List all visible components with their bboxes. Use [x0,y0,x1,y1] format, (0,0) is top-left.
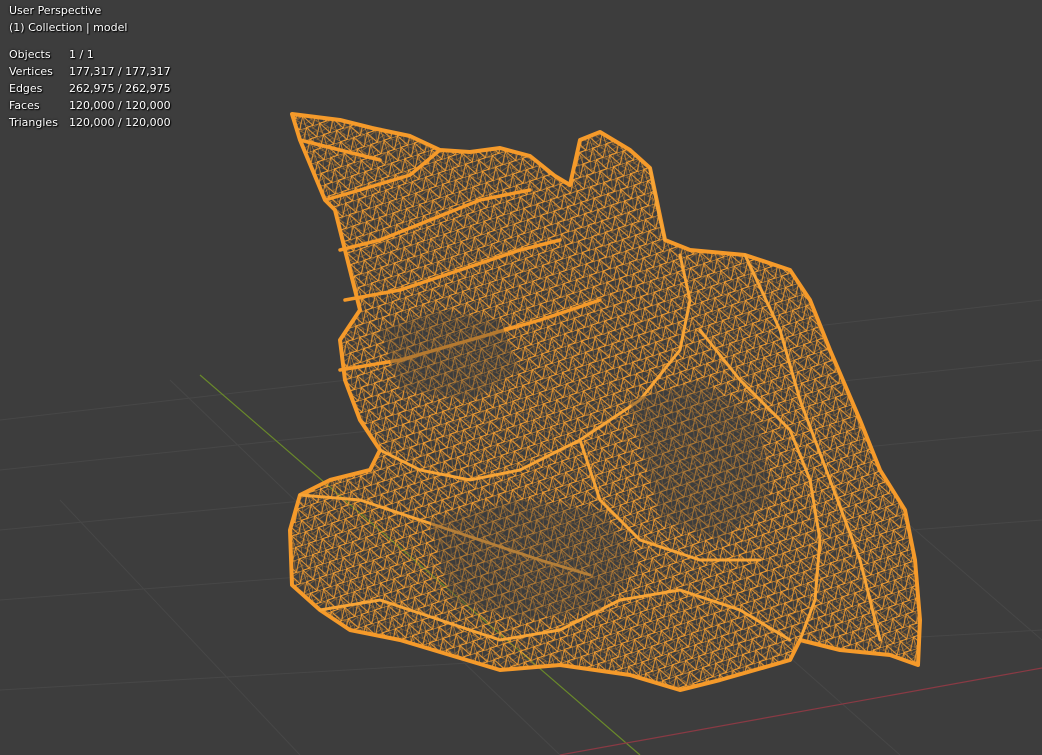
stat-value: 120,000 / 120,000 [69,116,171,129]
collection-label: (1) Collection | model [9,21,128,34]
x-axis-line [559,667,1042,755]
stat-label: Faces [9,99,40,112]
stat-row-triangles: Triangles 120,000 / 120,000 [9,114,171,131]
stat-row-objects: Objects 1 / 1 [9,46,171,63]
stat-row-edges: Edges 262,975 / 262,975 [9,80,171,97]
stat-label: Vertices [9,65,53,78]
stat-value: 177,317 / 177,317 [69,65,171,78]
stat-value: 1 / 1 [69,48,94,61]
stat-label: Objects [9,48,51,61]
statistics-panel: Objects 1 / 1 Vertices 177,317 / 177,317… [9,46,171,131]
stat-value: 120,000 / 120,000 [69,99,171,112]
stat-label: Edges [9,82,43,95]
view-name-label: User Perspective [9,4,102,17]
3d-viewport[interactable]: User Perspective (1) Collection | model … [0,0,1042,755]
stat-label: Triangles [9,116,58,129]
viewport-text-overlay: User Perspective (1) Collection | model … [9,2,171,131]
wireframe-model[interactable] [288,112,922,692]
stat-value: 262,975 / 262,975 [69,82,171,95]
stat-row-faces: Faces 120,000 / 120,000 [9,97,171,114]
stat-row-vertices: Vertices 177,317 / 177,317 [9,63,171,80]
